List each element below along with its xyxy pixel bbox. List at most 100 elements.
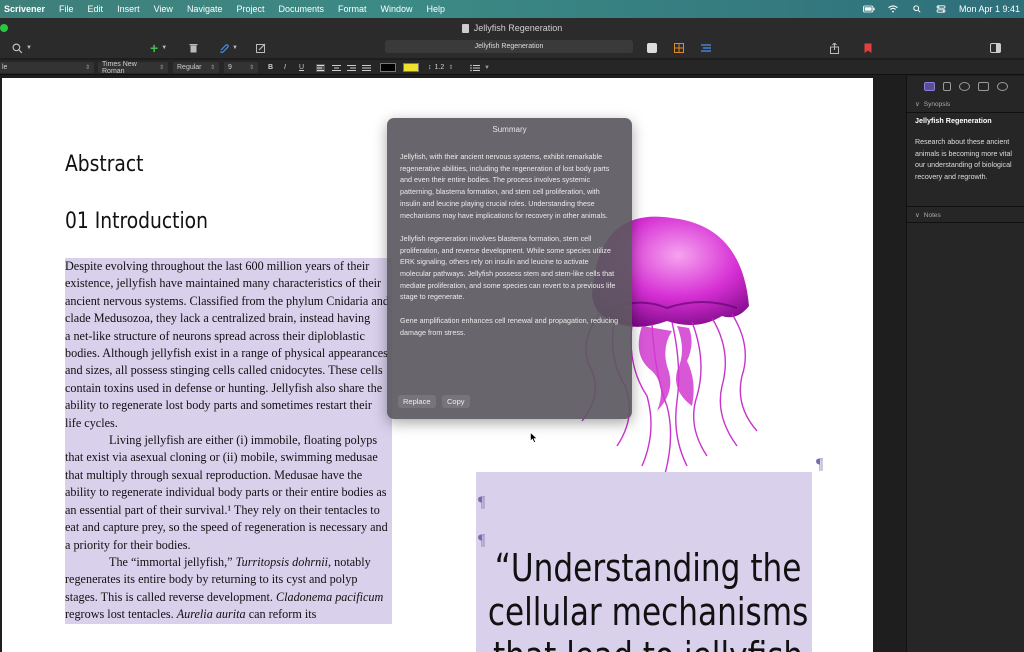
inspector-icon bbox=[990, 43, 1001, 53]
font-size-select[interactable]: 9 ⇕ bbox=[224, 62, 258, 73]
underline-button[interactable]: U bbox=[299, 62, 304, 73]
menu-file[interactable]: File bbox=[59, 4, 74, 14]
align-right-button[interactable] bbox=[347, 62, 356, 73]
inspector-tab-notes-icon[interactable] bbox=[924, 81, 935, 91]
share-button[interactable] bbox=[830, 41, 839, 55]
line-spacing-select[interactable]: ↕ 1.2 ⇕ bbox=[428, 62, 453, 73]
inspector-tab-metadata-icon[interactable] bbox=[959, 81, 970, 91]
document-view-icon bbox=[647, 43, 657, 53]
summary-paragraph: Jellyfish regeneration involves blastema… bbox=[400, 233, 616, 302]
menu-bar: Scrivener File Edit Insert View Navigate… bbox=[0, 0, 1024, 18]
chevron-updown-icon: ⇕ bbox=[209, 65, 215, 71]
synopsis-label: Synopsis bbox=[923, 100, 951, 108]
chevron-down-icon: ∨ bbox=[915, 101, 920, 108]
trash-button[interactable] bbox=[189, 41, 198, 55]
notes-section-header[interactable]: ∨ Notes bbox=[915, 211, 941, 220]
align-left-button[interactable] bbox=[316, 62, 325, 73]
app-menu[interactable]: Scrivener bbox=[4, 4, 45, 14]
synopsis-text[interactable]: Research about these ancient animals is … bbox=[915, 137, 1024, 183]
menu-navigate[interactable]: Navigate bbox=[187, 4, 223, 14]
synopsis-title[interactable]: Jellyfish Regeneration bbox=[915, 116, 992, 125]
pull-quote-text: “Understanding the cellular mechanisms t… bbox=[487, 546, 809, 652]
plus-icon: + bbox=[150, 40, 159, 56]
chevron-updown-icon: ⇕ bbox=[248, 65, 254, 71]
trash-icon bbox=[189, 44, 198, 53]
paragraph-style-select[interactable]: le ⇕ bbox=[0, 62, 94, 73]
binder-search-button[interactable]: ▼ bbox=[12, 41, 32, 55]
inspector-toggle-button[interactable] bbox=[990, 41, 1001, 55]
paragraph: Living jellyfish are either (i) immobile… bbox=[65, 433, 388, 552]
bold-button[interactable]: B bbox=[268, 62, 273, 73]
italic-button[interactable]: I bbox=[284, 62, 286, 73]
align-right-icon bbox=[347, 64, 356, 71]
menu-insert[interactable]: Insert bbox=[117, 4, 140, 14]
bullet-list-icon bbox=[470, 64, 480, 71]
justify-button[interactable] bbox=[362, 62, 371, 73]
menu-window[interactable]: Window bbox=[381, 4, 413, 14]
window-zoom-button[interactable] bbox=[0, 24, 8, 32]
synopsis-section-header[interactable]: ∨ Synopsis bbox=[915, 100, 951, 109]
inspector-tab-bookmarks-icon[interactable] bbox=[943, 81, 951, 91]
outline-icon bbox=[701, 44, 711, 52]
highlight-color-button[interactable] bbox=[403, 62, 419, 73]
body-text-selection[interactable]: Despite evolving throughout the last 600… bbox=[65, 258, 392, 624]
font-family-select[interactable]: Times New Roman ⇕ bbox=[98, 60, 168, 75]
inspector-tabs bbox=[907, 78, 1024, 94]
chevron-down-icon: ▼ bbox=[232, 45, 238, 51]
grid-icon bbox=[674, 43, 684, 53]
mouse-cursor-icon bbox=[530, 432, 538, 443]
inspector-tab-comments-icon[interactable] bbox=[997, 81, 1008, 91]
view-single-button[interactable] bbox=[647, 41, 657, 55]
font-family-value: Times New Roman bbox=[102, 60, 137, 75]
menu-help[interactable]: Help bbox=[427, 4, 446, 14]
window-title: Jellyfish Regeneration bbox=[473, 23, 563, 33]
corkboard-view-button[interactable] bbox=[674, 41, 684, 55]
menu-view[interactable]: View bbox=[154, 4, 173, 14]
document-icon bbox=[461, 23, 469, 33]
divider bbox=[907, 206, 1024, 207]
compose-button[interactable] bbox=[256, 41, 266, 55]
paragraph-style-value: le bbox=[2, 64, 8, 71]
align-center-button[interactable] bbox=[332, 62, 341, 73]
add-document-button[interactable]: + ▼ bbox=[150, 40, 168, 56]
chevron-down-icon: ▼ bbox=[161, 45, 168, 51]
summary-paragraph: Jellyfish, with their ancient nervous sy… bbox=[400, 152, 610, 220]
text-color-button[interactable] bbox=[380, 62, 396, 73]
spotlight-search-icon[interactable] bbox=[911, 5, 923, 13]
menu-documents[interactable]: Documents bbox=[278, 4, 324, 14]
summary-popover: Summary Jellyfish, with their ancient ne… bbox=[387, 118, 632, 419]
menu-project[interactable]: Project bbox=[236, 4, 264, 14]
font-size-value: 9 bbox=[228, 64, 232, 71]
line-spacing-icon: ↕ bbox=[428, 64, 432, 71]
paperclip-icon bbox=[220, 44, 229, 53]
document-title-field[interactable]: Jellyfish Regeneration bbox=[385, 40, 633, 53]
chevron-updown-icon: ⇕ bbox=[158, 65, 164, 71]
menu-edit[interactable]: Edit bbox=[88, 4, 104, 14]
summary-paragraph: Gene amplification enhances cell renewal… bbox=[400, 315, 619, 337]
menu-format[interactable]: Format bbox=[338, 4, 367, 14]
outliner-view-button[interactable] bbox=[701, 41, 711, 55]
bookmark-button[interactable] bbox=[864, 41, 872, 55]
format-bar: le ⇕ Times New Roman ⇕ Regular ⇕ 9 ⇕ B I… bbox=[0, 60, 1024, 75]
text-color-swatch bbox=[380, 63, 396, 72]
attach-button[interactable]: ▼ bbox=[219, 41, 238, 55]
align-center-icon bbox=[332, 64, 341, 71]
menubar-clock[interactable]: Mon Apr 1 9:41 bbox=[959, 4, 1020, 14]
copy-button[interactable]: Copy bbox=[442, 395, 470, 408]
control-center-icon[interactable] bbox=[935, 5, 947, 13]
font-weight-select[interactable]: Regular ⇕ bbox=[173, 62, 219, 73]
notes-label: Notes bbox=[923, 211, 941, 219]
summary-title: Summary bbox=[492, 125, 527, 134]
heading-abstract: Abstract bbox=[65, 152, 144, 177]
justify-icon bbox=[362, 64, 371, 71]
inspector-tab-snapshots-icon[interactable] bbox=[978, 81, 989, 91]
replace-button[interactable]: Replace bbox=[398, 395, 436, 408]
share-icon bbox=[830, 42, 839, 54]
list-style-button[interactable]: ▼ bbox=[470, 62, 490, 73]
pencil-square-icon bbox=[256, 43, 266, 53]
align-left-icon bbox=[316, 63, 325, 72]
wifi-icon[interactable] bbox=[887, 5, 899, 13]
paragraph: Despite evolving throughout the last 600… bbox=[65, 259, 389, 326]
document-title-value: Jellyfish Regeneration bbox=[474, 43, 544, 50]
battery-icon[interactable] bbox=[862, 5, 875, 13]
